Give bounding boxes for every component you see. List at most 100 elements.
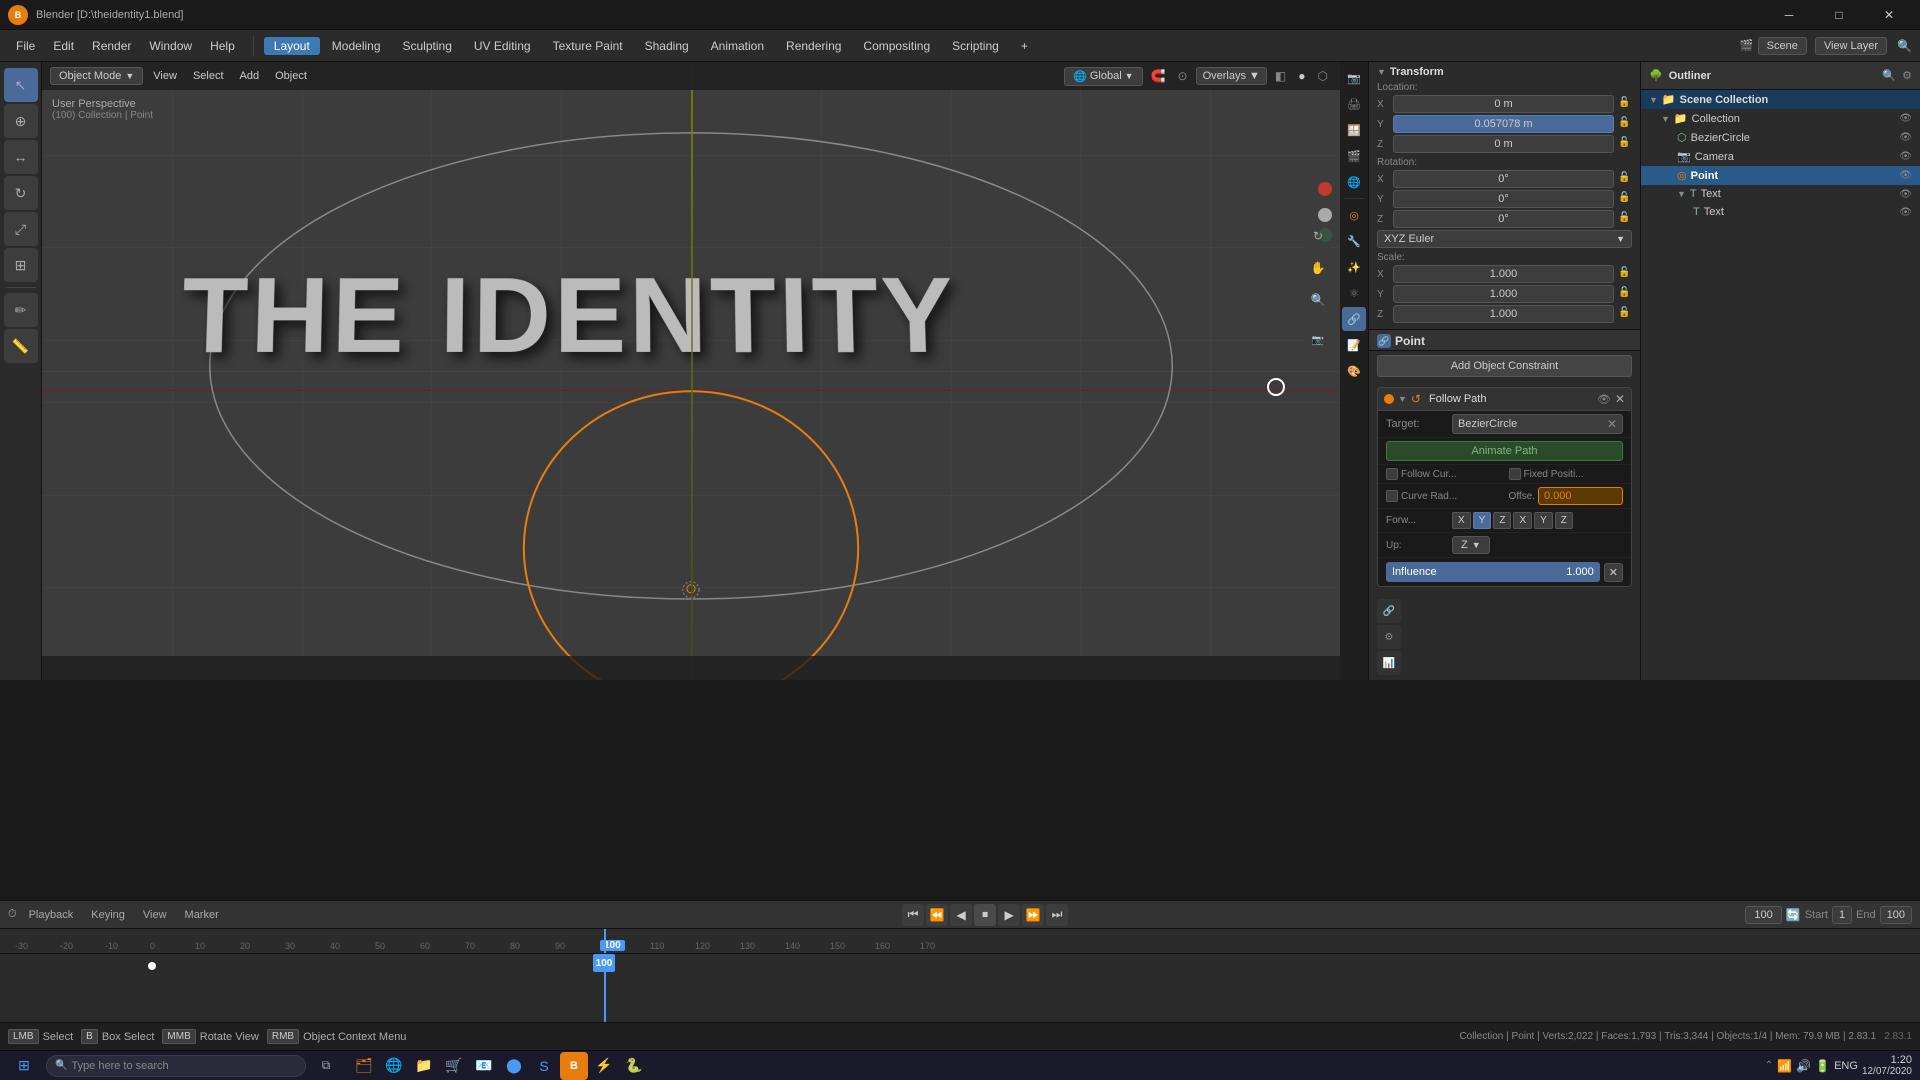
tool-scale[interactable]: ⤢: [4, 212, 38, 246]
location-z-lock[interactable]: 🔓: [1618, 137, 1632, 151]
scene-search-icon[interactable]: 🔍: [1882, 69, 1896, 82]
tray-network[interactable]: 🔋: [1815, 1059, 1830, 1073]
offset-value[interactable]: 0.000: [1538, 487, 1623, 505]
tool-select[interactable]: ↖: [4, 68, 38, 102]
viewport-material-btn[interactable]: ●: [1294, 67, 1309, 85]
text-eye-icon[interactable]: 👁: [1899, 189, 1912, 200]
forward-neg-z-btn[interactable]: Z: [1555, 512, 1573, 529]
timeline-marker-btn[interactable]: Marker: [179, 907, 225, 923]
start-frame-input[interactable]: 1: [1832, 906, 1852, 924]
props-icon-1[interactable]: 🔗: [1377, 599, 1401, 623]
forward-z-btn[interactable]: Z: [1493, 512, 1511, 529]
scene-selector[interactable]: Scene: [1758, 37, 1807, 55]
tab-texture-paint[interactable]: Texture Paint: [543, 37, 633, 55]
props-render-icon[interactable]: 📷: [1342, 66, 1366, 90]
location-z[interactable]: 0 m: [1393, 135, 1614, 153]
rotation-mode-selector[interactable]: XYZ Euler ▼: [1377, 230, 1632, 248]
taskbar-chrome[interactable]: ⬤: [500, 1052, 528, 1080]
camera-eye-icon[interactable]: 👁: [1899, 151, 1912, 162]
tool-rotate[interactable]: ↻: [4, 176, 38, 210]
viewport-menu-view[interactable]: View: [147, 68, 183, 84]
loop-icon[interactable]: 🔄: [1786, 908, 1801, 922]
props-physics-icon[interactable]: ⚛: [1342, 281, 1366, 305]
tab-uv-editing[interactable]: UV Editing: [464, 37, 541, 55]
outliner-point[interactable]: ◎ Point 👁: [1641, 166, 1920, 185]
props-output-icon[interactable]: 🖨: [1342, 92, 1366, 116]
viewport-xray-btn[interactable]: ◧: [1271, 67, 1290, 85]
tab-shading[interactable]: Shading: [635, 37, 699, 55]
location-x[interactable]: 0 m: [1393, 95, 1614, 113]
text-child-eye-icon[interactable]: 👁: [1899, 207, 1912, 218]
follow-path-close-btn[interactable]: ✕: [1615, 392, 1625, 406]
taskbar-skype[interactable]: S: [530, 1052, 558, 1080]
object-mode-dropdown[interactable]: Object Mode ▼: [50, 67, 143, 85]
up-axis-selector[interactable]: Z ▼: [1452, 536, 1490, 554]
viewport-proportional-btn[interactable]: ⊙: [1174, 67, 1192, 85]
system-clock[interactable]: 1:20 12/07/2020: [1862, 1054, 1912, 1077]
jump-end-btn[interactable]: ⏭: [1046, 904, 1068, 926]
follow-curve-checkbox[interactable]: [1386, 468, 1398, 480]
target-clear-btn[interactable]: ✕: [1607, 417, 1617, 431]
taskbar-files[interactable]: 📁: [410, 1052, 438, 1080]
tab-scripting[interactable]: Scripting: [942, 37, 1009, 55]
taskbar-python[interactable]: 🐍: [620, 1052, 648, 1080]
add-constraint-button[interactable]: Add Object Constraint: [1377, 355, 1632, 377]
outliner-scene-collection[interactable]: ▼ 📁 Scene Collection: [1641, 90, 1920, 109]
nav-zoom-icon[interactable]: 🔍: [1304, 286, 1332, 314]
props-modifier-icon[interactable]: 🔧: [1342, 229, 1366, 253]
close-button[interactable]: ✕: [1866, 0, 1912, 30]
tab-layout[interactable]: Layout: [264, 37, 320, 55]
taskbar-ie[interactable]: 🌐: [380, 1052, 408, 1080]
outliner-text-child[interactable]: T Text 👁: [1641, 203, 1920, 221]
rotation-z-lock[interactable]: 🔓: [1618, 212, 1632, 226]
props-world-icon[interactable]: 🌐: [1342, 170, 1366, 194]
animate-path-button[interactable]: Animate Path: [1386, 441, 1623, 461]
end-frame-input[interactable]: 100: [1880, 906, 1912, 924]
nav-pan-icon[interactable]: ✋: [1304, 254, 1332, 282]
influence-clear-btn[interactable]: ✕: [1604, 563, 1623, 582]
outliner-text[interactable]: ▼ T Text 👁: [1641, 185, 1920, 203]
current-frame-display[interactable]: 100: [1745, 906, 1781, 924]
taskbar-search[interactable]: 🔍 Type here to search: [46, 1055, 306, 1077]
play-back-btn[interactable]: ◀: [950, 904, 972, 926]
system-tray-expand[interactable]: ⌃: [1765, 1060, 1773, 1071]
tab-modeling[interactable]: Modeling: [322, 37, 391, 55]
step-back-btn[interactable]: ⏪: [926, 904, 948, 926]
viewport-wireframe-btn[interactable]: ⬡: [1314, 67, 1332, 85]
tray-lang[interactable]: ENG: [1834, 1060, 1858, 1072]
menu-render[interactable]: Render: [84, 37, 139, 55]
jump-start-btn[interactable]: ⏮: [902, 904, 924, 926]
fixed-position-checkbox[interactable]: [1509, 468, 1521, 480]
tab-sculpting[interactable]: Sculpting: [393, 37, 462, 55]
transform-header[interactable]: ▼ Transform: [1377, 66, 1632, 78]
rotation-x[interactable]: 0°: [1393, 170, 1614, 188]
tool-move[interactable]: ↔: [4, 140, 38, 174]
props-scene-icon[interactable]: 🎬: [1342, 144, 1366, 168]
viewport-menu-select[interactable]: Select: [187, 68, 230, 84]
location-x-lock[interactable]: 🔓: [1618, 97, 1632, 111]
point-eye-icon[interactable]: 👁: [1899, 170, 1912, 181]
follow-path-eye-btn[interactable]: 👁: [1597, 393, 1611, 406]
tab-animation[interactable]: Animation: [701, 37, 774, 55]
task-view-btn[interactable]: ⧉: [312, 1052, 340, 1080]
viewport-snap-btn[interactable]: 🧲: [1147, 67, 1170, 85]
props-icon-2[interactable]: ⚙: [1377, 625, 1401, 649]
props-object-icon[interactable]: ◎: [1342, 203, 1366, 227]
location-y-lock[interactable]: 🔓: [1618, 117, 1632, 131]
menu-help[interactable]: Help: [202, 37, 243, 55]
rotation-y[interactable]: 0°: [1393, 190, 1614, 208]
minimize-button[interactable]: ─: [1766, 0, 1812, 30]
maximize-button[interactable]: □: [1816, 0, 1862, 30]
timeline-view-btn[interactable]: View: [137, 907, 173, 923]
scale-y-lock[interactable]: 🔓: [1618, 287, 1632, 301]
nav-camera-icon[interactable]: 📷: [1304, 326, 1332, 354]
tab-compositing[interactable]: Compositing: [853, 37, 940, 55]
rotation-z[interactable]: 0°: [1393, 210, 1614, 228]
scene-filter-icon[interactable]: ⚙: [1902, 69, 1912, 82]
props-icon-3[interactable]: 📊: [1377, 651, 1401, 675]
props-object-data-icon[interactable]: 📝: [1342, 333, 1366, 357]
menu-window[interactable]: Window: [141, 37, 200, 55]
nav-rotate-icon[interactable]: ↻: [1304, 222, 1332, 250]
tool-cursor[interactable]: ⊕: [4, 104, 38, 138]
taskbar-explorer[interactable]: 🗂: [350, 1052, 378, 1080]
